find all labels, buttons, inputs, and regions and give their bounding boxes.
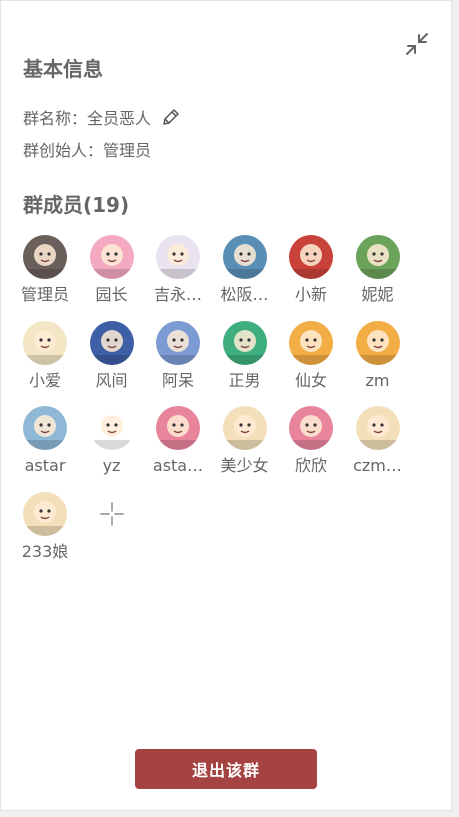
basic-info-title: 基本信息 (23, 57, 103, 81)
member-name: yz (102, 456, 121, 475)
member-avatar (89, 320, 134, 365)
add-member-icon[interactable] (90, 492, 134, 536)
member-avatar (355, 320, 400, 365)
member-avatar (222, 235, 267, 279)
member-avatar (289, 320, 333, 365)
member-name: 正男 (228, 370, 261, 390)
member-item[interactable]: 仙女 (282, 320, 340, 392)
member-item[interactable]: asta… (149, 406, 207, 477)
member-avatar (23, 491, 67, 536)
member-item[interactable]: 风间 (83, 320, 141, 392)
member-name: 小新 (294, 285, 327, 304)
member-item[interactable]: 管理员 (16, 235, 74, 306)
member-item[interactable]: 吉永… (149, 235, 207, 306)
member-name: 仙女 (294, 370, 327, 390)
group-name-row: 群名称： 全员恶人 (23, 105, 181, 129)
member-name: 小爱 (28, 370, 61, 390)
member-item[interactable]: 正男 (216, 320, 274, 392)
member-name: 美少女 (220, 456, 269, 475)
member-name: astar (24, 456, 66, 475)
member-avatar (156, 320, 200, 365)
creator-row: 群创始人： 管理员 (23, 137, 151, 161)
member-item[interactable]: 妮妮 (349, 235, 407, 306)
member-name: 妮妮 (361, 285, 394, 304)
group-name-label: 群名称： (23, 109, 88, 128)
member-name: 风间 (95, 370, 128, 390)
member-item[interactable]: yz (83, 406, 141, 477)
member-avatar (23, 406, 67, 450)
member-name: 233娘 (21, 541, 69, 561)
member-avatar (222, 320, 267, 365)
member-avatar (355, 406, 400, 450)
member-item[interactable]: 小爱 (16, 320, 74, 392)
pencil-icon[interactable] (161, 107, 181, 127)
member-item[interactable]: czm… (349, 406, 407, 477)
member-name: 阿呆 (161, 370, 194, 390)
member-item[interactable]: 松阪… (216, 235, 274, 306)
member-name: 吉永… (153, 285, 202, 304)
member-avatar (89, 235, 134, 279)
member-avatar (89, 406, 134, 450)
member-name: 管理员 (20, 285, 69, 304)
member-avatar (23, 235, 67, 279)
member-item[interactable]: 阿呆 (149, 320, 207, 392)
member-avatar (222, 406, 267, 450)
member-name: asta… (152, 456, 204, 475)
collapse-icon[interactable] (404, 31, 430, 57)
creator-label: 群创始人： (23, 141, 104, 160)
creator-value: 管理员 (103, 141, 152, 160)
member-avatar (156, 406, 200, 450)
group-name-value: 全员恶人 (87, 109, 152, 128)
member-item[interactable]: astar (16, 406, 74, 477)
member-name: 园长 (95, 285, 128, 304)
group-info-panel: 基本信息 群名称： 全员恶人 群创始人： 管理员 群成员(19) 管理员 园长 吉永… (0, 0, 452, 811)
quit-group-button[interactable]: 退出该群 (135, 749, 317, 789)
member-avatar (355, 235, 400, 279)
member-avatar (289, 235, 333, 279)
member-avatar (156, 235, 200, 279)
member-name: 欣欣 (294, 456, 327, 475)
member-item[interactable]: 小新 (282, 235, 340, 306)
member-item[interactable]: 园长 (83, 235, 141, 306)
member-name: 松阪… (220, 285, 269, 304)
member-item[interactable]: zm (349, 320, 407, 392)
member-avatar (23, 320, 67, 365)
member-item[interactable]: 233娘 (16, 491, 74, 563)
member-avatar (289, 406, 333, 450)
member-name: zm (365, 370, 390, 390)
members-title: 群成员(19) (23, 193, 130, 217)
member-name: czm… (353, 456, 402, 475)
member-item[interactable]: 欣欣 (282, 406, 340, 477)
member-item[interactable]: 美少女 (216, 406, 274, 477)
